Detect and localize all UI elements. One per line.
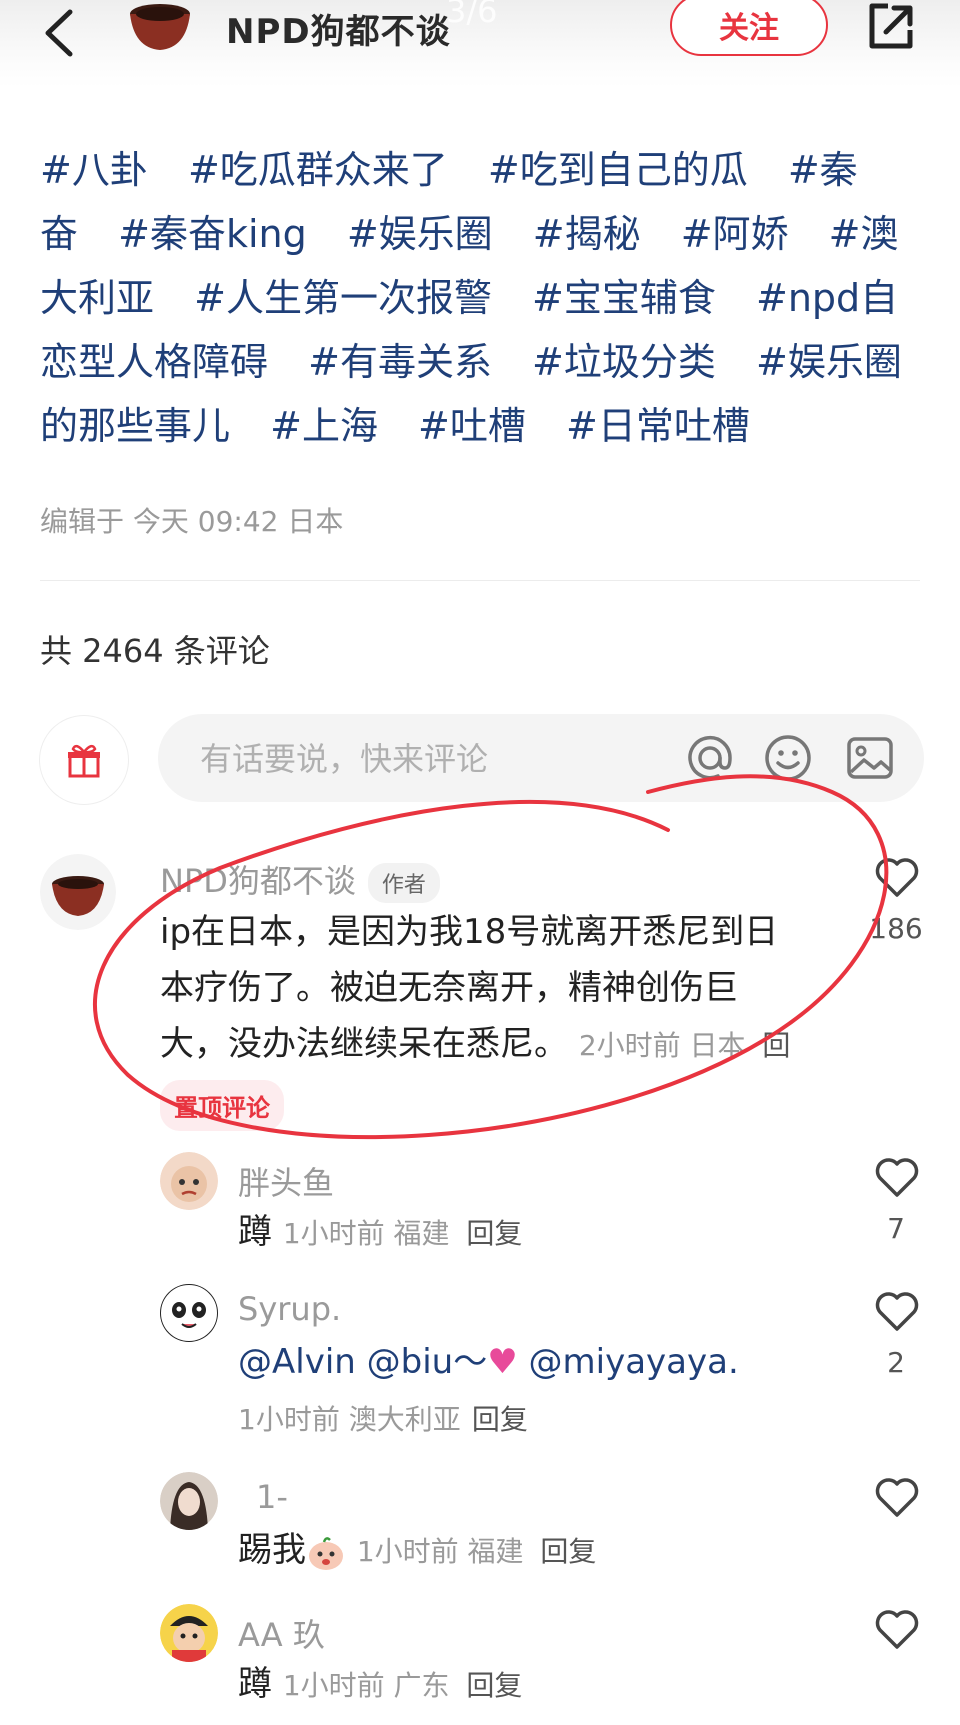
pinned-badge: 置顶评论 bbox=[160, 1080, 284, 1131]
comment-body[interactable]: 蹲 1小时前 福建 回复 bbox=[238, 1204, 522, 1262]
hashtag-link[interactable]: #娱乐圈 bbox=[347, 212, 493, 256]
heart-icon[interactable] bbox=[874, 1608, 920, 1650]
mention-link[interactable]: @miyayaya. bbox=[529, 1342, 739, 1382]
heart-icon[interactable] bbox=[874, 1290, 920, 1332]
image-page-indicator: 3/6 bbox=[446, 0, 498, 30]
divider bbox=[40, 580, 920, 581]
comment-text: 蹲 bbox=[238, 1212, 272, 1252]
like-count: 186 bbox=[869, 912, 923, 945]
hashtag-link[interactable]: #上海 bbox=[270, 404, 378, 448]
comment-author-name[interactable]: AA 玖 bbox=[238, 1610, 325, 1656]
comment-input-box[interactable] bbox=[158, 714, 924, 804]
reply-button[interactable]: 回复 bbox=[540, 1535, 596, 1568]
heart-icon[interactable] bbox=[874, 1156, 920, 1198]
hashtag-link[interactable]: #吃到自己的瓜 bbox=[488, 148, 748, 192]
page-title: NPD狗都不谈 bbox=[226, 12, 451, 52]
hashtag-link[interactable]: #吃瓜群众来了 bbox=[188, 148, 448, 192]
comment-meta: 2小时前 日本 bbox=[578, 1029, 746, 1062]
top-bar: NPD狗都不谈 3/6 关注 bbox=[0, 0, 960, 88]
emoji-sticker-icon bbox=[306, 1533, 346, 1571]
comment-count: 共 2464 条评论 bbox=[40, 632, 270, 670]
comment-avatar[interactable] bbox=[40, 854, 116, 930]
comment-author-name[interactable]: Syrup. bbox=[238, 1290, 341, 1328]
mention-link[interactable]: @biu～ bbox=[367, 1342, 488, 1382]
hashtag-list: #八卦 #吃瓜群众来了 #吃到自己的瓜 #秦奋 #秦奋king #娱乐圈 #揭秘… bbox=[40, 138, 920, 458]
comment-avatar[interactable] bbox=[160, 1472, 218, 1530]
hashtag-link[interactable]: #秦奋king bbox=[118, 212, 307, 256]
at-icon[interactable] bbox=[684, 732, 736, 784]
comment-author-name[interactable]: NPD狗都不谈 作者 bbox=[160, 856, 440, 903]
hashtag-link[interactable]: #吐槽 bbox=[418, 404, 526, 448]
mention-link[interactable]: @Alvin bbox=[238, 1342, 356, 1382]
comment-body[interactable]: 踢我 1小时前 福建 回复 bbox=[238, 1522, 596, 1580]
comment-author-name[interactable]: 胖头鱼 bbox=[238, 1158, 334, 1204]
comment-body[interactable]: 蹲 1小时前 广东 回复 bbox=[238, 1656, 522, 1714]
share-icon[interactable] bbox=[864, 0, 918, 54]
comment-meta: 1小时前 福建 bbox=[282, 1217, 450, 1250]
gift-button[interactable] bbox=[40, 716, 128, 804]
comment-avatar[interactable] bbox=[160, 1284, 218, 1342]
comment-avatar[interactable] bbox=[160, 1604, 218, 1662]
reply-button[interactable]: 回复 bbox=[466, 1217, 522, 1250]
hashtag-link[interactable]: #有毒关系 bbox=[308, 340, 492, 384]
hashtag-link[interactable]: #揭秘 bbox=[533, 212, 641, 256]
heart-emoji-icon: ♥ bbox=[487, 1342, 518, 1382]
gift-icon bbox=[68, 744, 100, 778]
author-badge: 作者 bbox=[367, 863, 440, 903]
author-avatar[interactable] bbox=[124, 0, 196, 56]
comment-meta: 1小时前 澳大利亚 bbox=[238, 1403, 461, 1436]
reply-button[interactable]: 回复 bbox=[466, 1669, 522, 1702]
follow-button[interactable]: 关注 bbox=[670, 0, 828, 56]
like-count: 2 bbox=[887, 1346, 905, 1379]
reply-button[interactable]: 回复 bbox=[472, 1403, 528, 1436]
hashtag-link[interactable]: #宝宝辅食 bbox=[532, 276, 716, 320]
emoji-icon[interactable] bbox=[762, 732, 814, 784]
hashtag-link[interactable]: #垃圾分类 bbox=[532, 340, 716, 384]
heart-icon[interactable] bbox=[874, 1476, 920, 1518]
comment-body[interactable]: @Alvin @biu～♥ @miyayaya. bbox=[238, 1334, 739, 1390]
image-icon[interactable] bbox=[844, 732, 896, 784]
back-arrow-icon[interactable] bbox=[40, 8, 80, 58]
edit-timestamp: 编辑于 今天 09:42 日本 bbox=[40, 505, 344, 538]
comment-meta: 1小时前 福建 bbox=[356, 1535, 524, 1568]
comment-meta-row: 1小时前 澳大利亚 回复 bbox=[238, 1398, 528, 1438]
comment-text: 踢我 bbox=[238, 1530, 306, 1570]
hashtag-link[interactable]: #日常吐槽 bbox=[566, 404, 750, 448]
comment-author-label: NPD狗都不谈 bbox=[160, 862, 356, 900]
comment-text: 蹲 bbox=[238, 1664, 272, 1704]
comment-author-name[interactable]: 1- bbox=[256, 1478, 288, 1516]
heart-icon[interactable] bbox=[874, 856, 920, 898]
hashtag-link[interactable]: #八卦 bbox=[40, 148, 148, 192]
comment-input[interactable] bbox=[198, 714, 622, 804]
like-count: 7 bbox=[887, 1212, 905, 1245]
hashtag-link[interactable]: #阿娇 bbox=[681, 212, 789, 256]
comment-meta: 1小时前 广东 bbox=[282, 1669, 450, 1702]
hashtag-link[interactable]: #人生第一次报警 bbox=[194, 276, 492, 320]
comment-avatar[interactable] bbox=[160, 1152, 218, 1210]
